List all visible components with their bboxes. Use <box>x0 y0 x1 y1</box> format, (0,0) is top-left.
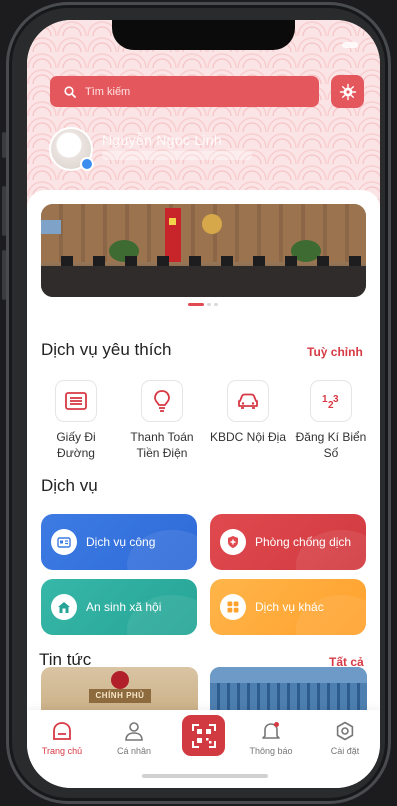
house-icon <box>51 594 77 620</box>
pagination-dot[interactable] <box>214 303 218 306</box>
numbers-123-icon: 123 <box>310 380 352 422</box>
customize-link[interactable]: Tuỳ chỉnh <box>307 345 363 359</box>
tab-label: Thông báo <box>249 746 293 756</box>
fav-item-domestic-declaration[interactable]: KBDC Nội Địa <box>208 380 288 445</box>
car-icon <box>227 380 269 422</box>
epidemic-prevention-button[interactable]: Phòng chống dịch <box>210 514 366 570</box>
id-card-icon <box>51 529 77 555</box>
fav-item-travel-paper[interactable]: Giấy Đi Đường <box>36 380 116 461</box>
qr-scan-icon <box>191 723 216 748</box>
service-label: Dịch vụ công <box>86 535 156 549</box>
bell-icon <box>241 720 301 742</box>
home-icon <box>32 720 92 742</box>
tab-home[interactable]: Trang chủ <box>32 720 92 756</box>
settings-icon <box>315 720 375 742</box>
tab-profile[interactable]: Cá nhân <box>104 720 164 756</box>
qr-scan-button[interactable] <box>182 715 225 756</box>
shield-icon <box>220 529 246 555</box>
main-content: Dịch vụ yêu thích Tuỳ chỉnh Giấy Đi Đườn… <box>27 190 380 720</box>
other-services-button[interactable]: Dịch vụ khác <box>210 579 366 635</box>
person-icon <box>104 720 164 742</box>
fav-item-electric-bill[interactable]: Thanh Toán Tiền Điện <box>122 380 202 461</box>
tab-label: Trang chủ <box>41 746 83 756</box>
social-welfare-button[interactable]: An sinh xã hội <box>41 579 197 635</box>
grid-icon <box>220 594 246 620</box>
battery-icon <box>342 42 358 48</box>
services-title: Dịch vụ <box>41 476 98 495</box>
favorites-title: Dịch vụ yêu thích <box>41 340 172 359</box>
search-placeholder: Tìm kiếm <box>85 85 131 98</box>
service-label: An sinh xã hội <box>86 600 162 614</box>
light-bulb-icon <box>141 380 183 422</box>
tab-label: Cài đặt <box>330 746 360 756</box>
home-indicator[interactable] <box>142 774 268 778</box>
pagination-dot-active[interactable] <box>188 303 204 306</box>
volume-up-button <box>2 186 6 236</box>
national-emblem-icon <box>111 671 129 689</box>
virus-icon <box>339 83 356 100</box>
fav-label: Đăng Kí Biển Số <box>295 430 367 460</box>
tab-label: Cá nhân <box>116 746 152 756</box>
fav-item-plate-registration[interactable]: 123 Đăng Kí Biển Số <box>291 380 371 461</box>
avatar[interactable] <box>49 127 94 171</box>
news-card-plaque: CHÍNH PHỦ <box>89 689 151 703</box>
verified-badge-icon <box>80 157 94 171</box>
pagination-dot[interactable] <box>207 303 211 306</box>
document-list-icon <box>55 380 97 422</box>
service-label: Phòng chống dịch <box>255 535 352 549</box>
user-name: Nguyễn Ngọc Linh <box>102 132 222 148</box>
search-input[interactable]: Tìm kiếm <box>50 76 319 107</box>
app-screen: Tìm kiếm Nguyễn Ngọc Linh Dịch vụ yêu th… <box>27 20 380 788</box>
fav-label: Giấy Đi Đường <box>56 430 96 460</box>
flag-image <box>165 208 181 262</box>
search-icon <box>64 85 76 98</box>
mute-switch <box>2 132 6 158</box>
virus-button[interactable] <box>331 75 364 108</box>
news-banner[interactable] <box>41 204 366 297</box>
service-label: Dịch vụ khác <box>255 600 324 614</box>
notch <box>112 20 295 50</box>
fav-label: KBDC Nội Địa <box>209 430 287 444</box>
svg-text:3: 3 <box>333 394 339 405</box>
user-subtitle <box>102 151 252 160</box>
tab-settings[interactable]: Cài đặt <box>315 720 375 756</box>
fav-label: Thanh Toán Tiền Điện <box>130 430 194 460</box>
public-service-button[interactable]: Dịch vụ công <box>41 514 197 570</box>
banner-pagination <box>188 303 218 306</box>
volume-down-button <box>2 250 6 300</box>
tab-notifications[interactable]: Thông báo <box>241 720 301 756</box>
